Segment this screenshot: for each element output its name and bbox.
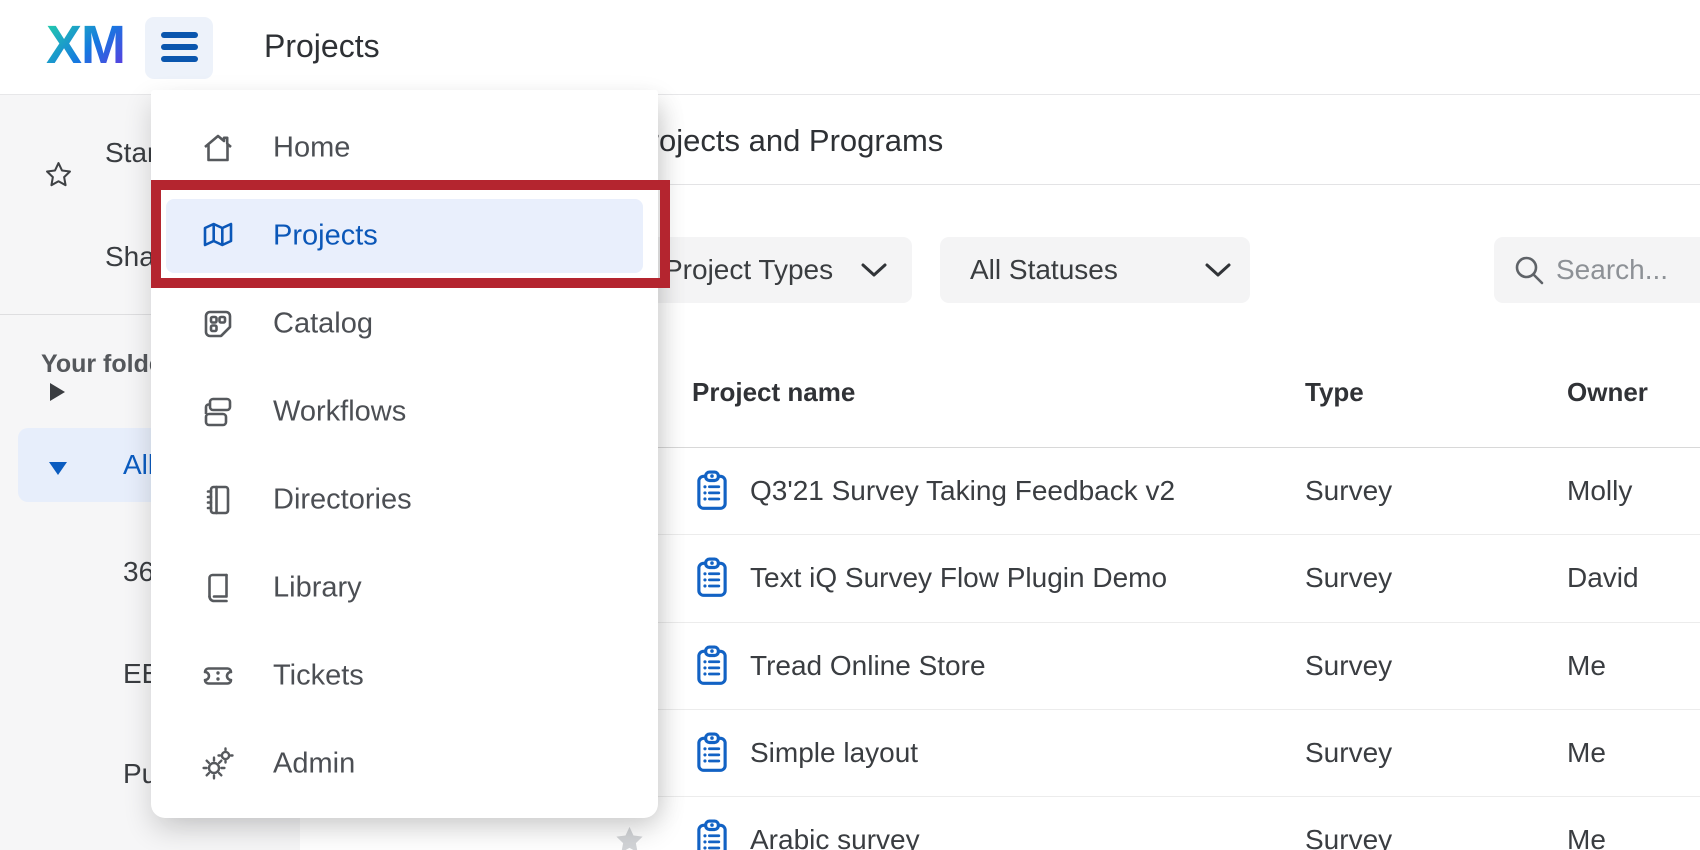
survey-icon — [695, 470, 729, 512]
navigation-menu: Home Projects Catalog — [151, 90, 658, 818]
menu-item-label: Tickets — [273, 660, 364, 693]
menu-item-label: Catalog — [273, 308, 373, 341]
column-header-type[interactable]: Type — [1305, 377, 1364, 408]
expand-right-icon[interactable] — [50, 383, 65, 401]
star-icon[interactable] — [614, 825, 645, 850]
menu-item-label: Projects — [273, 220, 378, 253]
top-bar: XM Projects — [0, 0, 1700, 95]
project-name[interactable]: Q3'21 Survey Taking Feedback v2 — [750, 475, 1175, 507]
hamburger-icon — [161, 32, 198, 38]
project-type: Survey — [1305, 824, 1392, 850]
statuses-dropdown[interactable]: All Statuses — [940, 237, 1250, 303]
menu-item-workflows[interactable]: Workflows — [166, 375, 643, 449]
survey-icon — [695, 819, 729, 850]
survey-icon — [695, 645, 729, 687]
menu-item-directories[interactable]: Directories — [166, 463, 643, 537]
star-outline-icon — [45, 161, 72, 188]
project-name[interactable]: Simple layout — [750, 737, 918, 769]
project-type: Survey — [1305, 650, 1392, 682]
survey-icon — [695, 732, 729, 774]
statuses-label: All Statuses — [970, 254, 1118, 286]
project-type: Survey — [1305, 737, 1392, 769]
menu-item-library[interactable]: Library — [166, 551, 643, 625]
projects-icon — [198, 216, 238, 256]
project-type: Survey — [1305, 475, 1392, 507]
hamburger-menu-button[interactable] — [145, 17, 213, 79]
chevron-down-icon — [860, 262, 888, 278]
project-owner: David — [1567, 562, 1639, 594]
project-types-dropdown[interactable]: Project Types — [650, 237, 912, 303]
menu-item-catalog[interactable]: Catalog — [166, 287, 643, 361]
menu-item-label: Workflows — [273, 396, 406, 429]
project-owner: Me — [1567, 737, 1606, 769]
project-owner: Molly — [1567, 475, 1632, 507]
menu-item-label: Home — [273, 132, 350, 165]
app-window: Starred Shared Your folders All Projects… — [0, 0, 1700, 850]
search-box[interactable] — [1494, 237, 1700, 303]
menu-item-label: Admin — [273, 748, 355, 781]
column-header-owner[interactable]: Owner — [1567, 377, 1648, 408]
project-type: Survey — [1305, 562, 1392, 594]
menu-item-home[interactable]: Home — [166, 111, 643, 185]
directories-icon — [198, 480, 238, 520]
xm-logo: XM — [46, 14, 125, 76]
workflows-icon — [198, 392, 238, 432]
project-name[interactable]: Text iQ Survey Flow Plugin Demo — [750, 562, 1167, 594]
menu-item-label: Directories — [273, 484, 412, 517]
collapse-down-icon[interactable] — [49, 462, 67, 475]
menu-item-tickets[interactable]: Tickets — [166, 639, 643, 713]
menu-item-label: Library — [273, 572, 362, 605]
sidebar-folder-item[interactable]: 36 — [123, 556, 154, 586]
menu-item-projects[interactable]: Projects — [166, 199, 643, 273]
catalog-icon — [198, 304, 238, 344]
library-icon — [198, 568, 238, 608]
column-header-project-name[interactable]: Project name — [692, 377, 855, 408]
project-owner: Me — [1567, 650, 1606, 682]
page-title: Projects and Programs — [628, 123, 943, 159]
chevron-down-icon — [1204, 262, 1232, 278]
home-icon — [198, 128, 238, 168]
admin-gear-icon — [198, 744, 238, 784]
tickets-icon — [198, 656, 238, 696]
survey-icon — [695, 557, 729, 599]
topbar-title: Projects — [264, 28, 380, 65]
project-types-label: Project Types — [664, 254, 833, 286]
project-name[interactable]: Arabic survey — [750, 824, 920, 850]
project-owner: Me — [1567, 824, 1606, 850]
search-input[interactable] — [1556, 237, 1700, 303]
menu-item-admin[interactable]: Admin — [166, 727, 643, 801]
project-name[interactable]: Tread Online Store — [750, 650, 986, 682]
